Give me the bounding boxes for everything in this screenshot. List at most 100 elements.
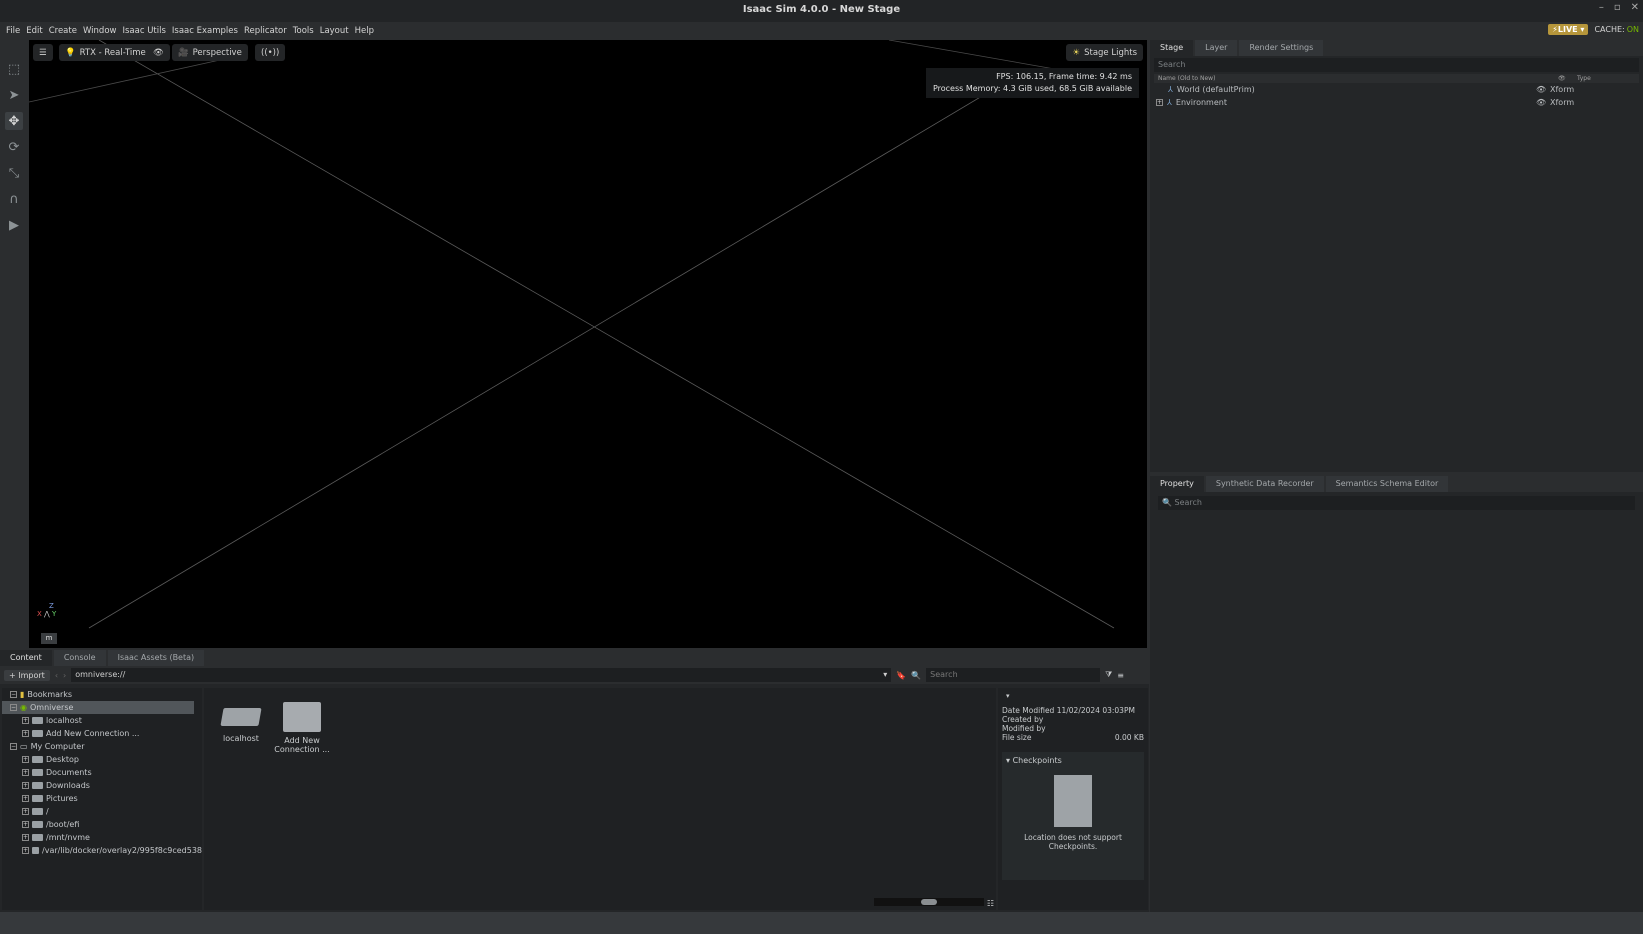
live-badge[interactable]: ⚡LIVE ▾ <box>1548 24 1589 35</box>
unit-badge: m <box>41 633 57 644</box>
viewport-settings-button[interactable]: ☰ <box>33 44 53 61</box>
menu-help[interactable]: Help <box>355 26 374 36</box>
menu-create[interactable]: Create <box>49 26 77 36</box>
tree-item-documents[interactable]: + Documents <box>2 766 202 779</box>
scale-icon[interactable]: ⤡ <box>5 164 23 182</box>
stage-lights-button[interactable]: ☀ Stage Lights <box>1066 44 1143 61</box>
live-sync-button[interactable]: ((•)) <box>255 44 286 61</box>
expand-icon[interactable]: + <box>22 730 29 737</box>
visibility-toggle-icon[interactable]: 👁 <box>1536 85 1546 94</box>
tree-item-pictures[interactable]: + Pictures <box>2 792 202 805</box>
tab-synthetic-data-recorder[interactable]: Synthetic Data Recorder <box>1205 476 1324 492</box>
menu-layout[interactable]: Layout <box>320 26 349 36</box>
tab-console[interactable]: Console <box>53 650 106 666</box>
expand-icon[interactable]: + <box>22 782 29 789</box>
sun-icon: ☀ <box>1072 47 1081 58</box>
visibility-toggle-icon[interactable]: 👁 <box>1536 98 1546 107</box>
drive-icon <box>32 821 43 828</box>
grid-item-localhost[interactable]: localhost <box>218 702 264 743</box>
tab-content[interactable]: Content <box>0 650 52 666</box>
collapse-arrow-icon[interactable]: ▾ <box>998 688 1148 704</box>
tab-semantics-schema-editor[interactable]: Semantics Schema Editor <box>1325 476 1449 492</box>
property-search-input[interactable]: 🔍 Search <box>1158 496 1635 510</box>
tab-stage[interactable]: Stage <box>1150 40 1194 56</box>
menu-replicator[interactable]: Replicator <box>244 26 287 36</box>
expand-icon[interactable]: + <box>22 834 29 841</box>
stage-row-world[interactable]: ⅄ World (defaultPrim) 👁 Xform <box>1150 83 1643 96</box>
path-input[interactable]: omniverse:// ▾ <box>71 668 892 682</box>
tree-item-docker-overlay[interactable]: +/var/lib/docker/overlay2/995f8c9ced538 <box>2 844 202 857</box>
expand-icon[interactable]: + <box>22 769 29 776</box>
camera-button[interactable]: 🎥 Perspective <box>172 44 248 61</box>
filter-icon[interactable]: ⧩ <box>1105 670 1112 680</box>
snap-magnet-icon[interactable]: ∩ <box>5 190 23 208</box>
tree-item-desktop[interactable]: + Desktop <box>2 753 202 766</box>
expand-icon[interactable]: + <box>22 795 29 802</box>
horizontal-scrollbar[interactable] <box>874 898 984 906</box>
server-icon <box>32 717 43 724</box>
maximize-icon[interactable]: ▫ <box>1614 2 1621 13</box>
move-icon[interactable]: ✥ <box>5 112 23 130</box>
stage-search-input[interactable]: Search ⧩ ≡ <box>1154 58 1639 72</box>
file-size-value: 0.00 KB <box>1114 733 1144 742</box>
tree-item-localhost[interactable]: + localhost <box>2 714 202 727</box>
minimize-icon[interactable]: – <box>1599 2 1604 13</box>
dropdown-icon[interactable]: ▾ <box>883 668 887 682</box>
expand-icon[interactable]: + <box>22 756 29 763</box>
menu-isaac-examples[interactable]: Isaac Examples <box>172 26 238 36</box>
menu-window[interactable]: Window <box>83 26 117 36</box>
viewport[interactable]: ☰ 💡 RTX - Real-Time 👁 🎥 Perspective ((•)… <box>29 40 1147 648</box>
select-mode-icon[interactable]: ⬚ <box>5 60 23 78</box>
tree-item-bookmarks[interactable]: − ▮ Bookmarks <box>2 688 202 701</box>
rotate-icon[interactable]: ⟳ <box>5 138 23 156</box>
bookmark-icon[interactable]: 🔖 <box>896 671 906 680</box>
renderer-button[interactable]: 💡 RTX - Real-Time <box>59 44 152 61</box>
tree-item-add-connection[interactable]: + Add New Connection ... <box>2 727 202 740</box>
tree-item-boot-efi[interactable]: +/boot/efi <box>2 818 202 831</box>
tree-item-my-computer[interactable]: − ▭ My Computer <box>2 740 202 753</box>
expand-icon[interactable]: + <box>22 717 29 724</box>
menu-edit[interactable]: Edit <box>26 26 42 36</box>
collapse-icon[interactable]: − <box>10 704 17 711</box>
play-icon[interactable]: ▶ <box>5 216 23 234</box>
visibility-button[interactable]: 👁 <box>147 44 170 61</box>
tab-render-settings[interactable]: Render Settings <box>1239 40 1324 56</box>
tab-property[interactable]: Property <box>1150 476 1204 492</box>
collapse-icon[interactable]: − <box>10 743 17 750</box>
tree-item-mnt-nvme[interactable]: +/mnt/nvme <box>2 831 202 844</box>
menu-isaac-utils[interactable]: Isaac Utils <box>122 26 165 36</box>
menu-file[interactable]: File <box>6 26 20 36</box>
expand-icon[interactable]: + <box>22 821 29 828</box>
menu-tools[interactable]: Tools <box>293 26 314 36</box>
back-icon[interactable]: ‹ <box>55 671 58 680</box>
cache-state: ON <box>1626 25 1639 34</box>
grid-item-add-connection[interactable]: Add New Connection ... <box>270 702 334 754</box>
column-name-header[interactable]: Name (Old to New) <box>1154 74 1215 83</box>
tree-item-root[interactable]: + / <box>2 805 202 818</box>
memory-readout: Process Memory: 4.3 GiB used, 68.5 GiB a… <box>932 84 1132 93</box>
list-view-icon[interactable]: ☷ <box>987 899 994 908</box>
server-icon <box>32 730 43 737</box>
import-button[interactable]: + Import <box>4 669 50 681</box>
server-icon <box>220 708 262 726</box>
tree-item-omniverse[interactable]: − ◉ Omniverse <box>2 701 194 714</box>
stage-panel: Stage Layer Render Settings Search ⧩ ≡ N… <box>1150 40 1643 472</box>
tab-layer[interactable]: Layer <box>1195 40 1238 56</box>
expand-icon[interactable]: + <box>1156 99 1163 106</box>
grid-lines <box>29 40 1115 629</box>
content-search-input[interactable]: Search <box>926 668 1101 682</box>
search-icon: 🔍 <box>911 670 922 680</box>
tree-item-downloads[interactable]: + Downloads <box>2 779 202 792</box>
tab-isaac-assets[interactable]: Isaac Assets (Beta) <box>107 650 205 666</box>
column-type-header[interactable]: Type <box>1577 74 1591 83</box>
forward-icon[interactable]: › <box>63 671 66 680</box>
xform-icon: ⅄ <box>1168 85 1173 94</box>
close-icon[interactable]: ✕ <box>1631 2 1639 13</box>
select-arrow-icon[interactable]: ➤ <box>5 86 23 104</box>
expand-icon[interactable]: + <box>22 808 29 815</box>
collapse-icon[interactable]: − <box>10 691 17 698</box>
expand-icon[interactable]: + <box>22 847 29 854</box>
options-icon[interactable]: ≡ <box>1117 671 1124 680</box>
checkpoints-header[interactable]: ▾ Checkpoints <box>1002 752 1144 769</box>
stage-row-environment[interactable]: + ⅄ Environment 👁 Xform <box>1150 96 1643 109</box>
